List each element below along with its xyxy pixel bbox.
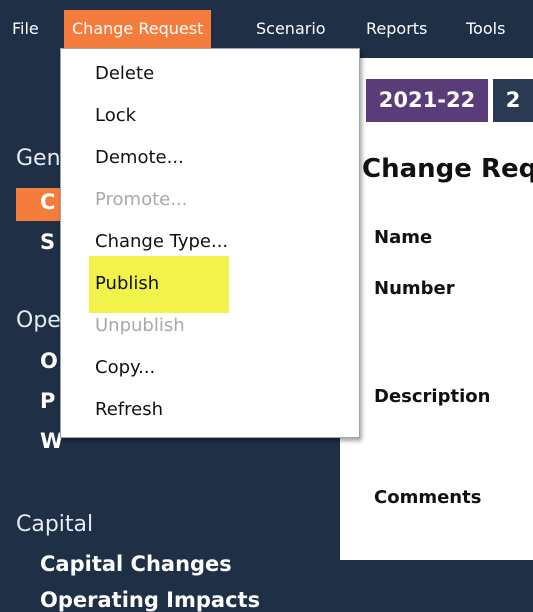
field-label-description: Description xyxy=(374,386,491,407)
field-label-name: Name xyxy=(374,227,433,248)
menu-item-change-type[interactable]: Change Type... xyxy=(95,231,228,252)
tab-2021-22[interactable]: 2021-22 xyxy=(366,79,488,122)
menu-file[interactable]: File xyxy=(4,10,47,48)
sidebar-item-operating-2[interactable]: P xyxy=(40,389,55,413)
menu-tools[interactable]: Tools xyxy=(458,10,513,48)
sidebar-item-operating-1[interactable]: O xyxy=(40,349,58,373)
field-label-comments: Comments xyxy=(374,487,482,508)
menu-scenario[interactable]: Scenario xyxy=(248,10,334,48)
field-label-number: Number xyxy=(374,278,455,299)
change-request-dropdown-menu: Delete Lock Demote... Promote... Change … xyxy=(60,48,360,438)
sidebar-heading-operating: Ope xyxy=(16,308,61,333)
sidebar-item-operating-impacts[interactable]: Operating Impacts xyxy=(40,588,260,612)
main-panel: 2021-22 2 Change Req Name Number Descrip… xyxy=(340,58,533,560)
menu-item-lock[interactable]: Lock xyxy=(95,105,136,126)
tab-next-year[interactable]: 2 xyxy=(493,79,533,122)
sidebar-item-change-requests[interactable]: C xyxy=(40,190,55,214)
menu-item-copy[interactable]: Copy... xyxy=(95,357,155,378)
menu-item-promote: Promote... xyxy=(95,189,188,210)
sidebar-heading-capital: Capital xyxy=(16,512,94,537)
page-title: Change Req xyxy=(362,154,533,184)
sidebar-item-capital-changes[interactable]: Capital Changes xyxy=(40,552,232,576)
menu-item-demote[interactable]: Demote... xyxy=(95,147,184,168)
menu-item-publish[interactable]: Publish xyxy=(95,273,159,294)
sidebar-item-scenarios[interactable]: S xyxy=(40,230,55,254)
menu-change-request[interactable]: Change Request xyxy=(64,10,212,48)
menu-reports[interactable]: Reports xyxy=(358,10,435,48)
menu-item-refresh[interactable]: Refresh xyxy=(95,399,163,420)
sidebar-heading-general: Gen xyxy=(16,146,61,171)
menu-item-delete[interactable]: Delete xyxy=(95,63,154,84)
menu-item-unpublish: Unpublish xyxy=(95,315,185,336)
